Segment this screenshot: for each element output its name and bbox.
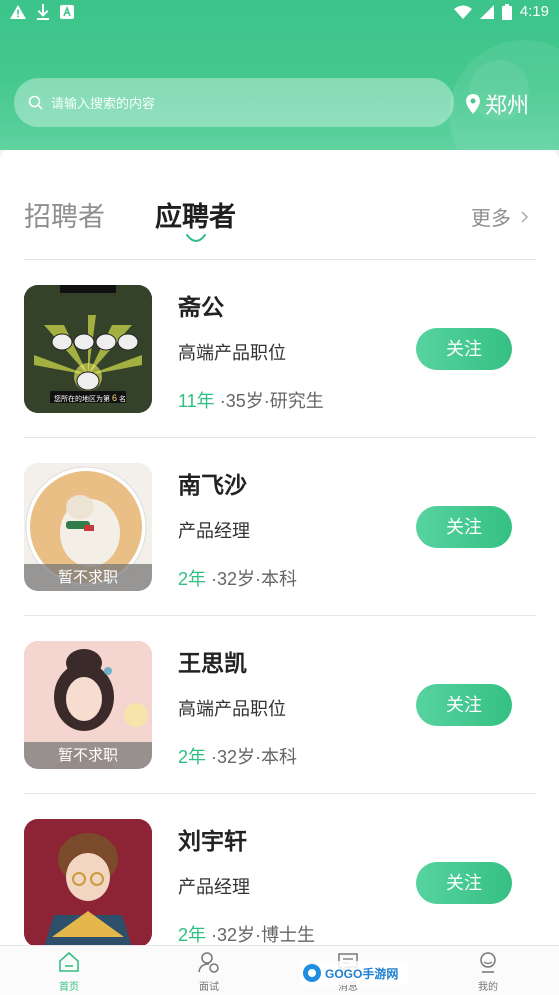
tab-recruiters[interactable]: 招聘者 <box>24 195 105 234</box>
home-icon <box>59 951 79 972</box>
nav-interview-label: 面试 <box>199 982 219 993</box>
candidate-meta: 2年 ·32岁·本科 <box>178 569 298 589</box>
nav-profile[interactable]: 我的 <box>438 946 538 995</box>
nav-interview[interactable]: 面试 <box>159 946 259 995</box>
tab-indicator <box>186 234 206 242</box>
candidate-position: 产品经理 <box>178 521 250 541</box>
signal-icon <box>479 4 494 19</box>
more-label: 更多 <box>471 208 511 230</box>
battery-icon <box>501 3 512 20</box>
candidate-meta: 2年 ·32岁·博士生 <box>178 925 316 945</box>
bottom-nav: 首页 面试 消息 我的 GOGO手游网 <box>0 945 559 995</box>
a-icon <box>60 5 74 19</box>
more-link[interactable]: 更多 <box>471 202 529 231</box>
location-pin-icon <box>466 94 480 114</box>
warning-icon <box>10 5 26 19</box>
chevron-right-icon <box>521 210 529 223</box>
avatar <box>24 819 152 947</box>
follow-button[interactable]: 关注 <box>416 328 512 370</box>
follow-button[interactable]: 关注 <box>416 684 512 726</box>
candidate-position: 高端产品职位 <box>178 343 286 363</box>
watermark-logo: GOGO手游网 <box>300 959 408 987</box>
candidate-name: 王思凯 <box>178 650 247 676</box>
avatar-caption: 您所在的地区为第 6 名 <box>54 393 127 403</box>
header: 4:19 请输入搜索的内容 郑州 <box>0 0 559 150</box>
main-content: 招聘者 应聘者 更多 您所在的地区为第 6 名 斋公 高端产品职位 11年 ·3… <box>0 150 559 947</box>
nav-home-label: 首页 <box>59 982 79 993</box>
interview-icon <box>198 952 219 973</box>
wifi-icon <box>453 5 472 19</box>
city-name: 郑州 <box>485 93 530 118</box>
candidate-position: 产品经理 <box>178 877 250 897</box>
candidate-name: 斋公 <box>178 294 224 320</box>
avatar: 暂不求职 <box>24 463 152 591</box>
search-icon <box>28 95 43 110</box>
candidate-meta: 11年 ·35岁·研究生 <box>178 391 324 411</box>
candidate-row[interactable]: 暂不求职 王思凯 高端产品职位 2年 ·32岁·本科 关注 <box>0 616 559 794</box>
nav-home[interactable]: 首页 <box>19 946 119 995</box>
search-bar[interactable]: 请输入搜索的内容 <box>14 78 454 127</box>
profile-icon <box>480 952 496 973</box>
candidate-meta: 2年 ·32岁·本科 <box>178 747 298 767</box>
avatar: 暂不求职 <box>24 641 152 769</box>
status-bar: 4:19 <box>0 0 559 26</box>
candidate-position: 高端产品职位 <box>178 699 286 719</box>
watermark-text: GOGO手游网 <box>325 967 399 981</box>
city-selector[interactable]: 郑州 <box>466 88 529 120</box>
search-placeholder: 请输入搜索的内容 <box>51 96 156 111</box>
status-time: 4:19 <box>519 3 549 20</box>
avatar: 您所在的地区为第 6 名 <box>24 285 152 413</box>
tab-bar: 招聘者 应聘者 更多 <box>0 150 559 260</box>
status-badge: 暂不求职 <box>24 564 152 591</box>
candidate-row[interactable]: 暂不求职 南飞沙 产品经理 2年 ·32岁·本科 关注 <box>0 438 559 616</box>
candidate-name: 刘宇轩 <box>178 828 247 854</box>
tab-applicants[interactable]: 应聘者 <box>155 195 236 234</box>
follow-button[interactable]: 关注 <box>416 506 512 548</box>
avatar-boy-image <box>24 819 152 947</box>
follow-button[interactable]: 关注 <box>416 862 512 904</box>
status-badge: 暂不求职 <box>24 742 152 769</box>
nav-profile-label: 我的 <box>478 982 498 993</box>
download-icon <box>37 4 49 20</box>
candidate-name: 南飞沙 <box>178 472 247 498</box>
candidate-row[interactable]: 您所在的地区为第 6 名 斋公 高端产品职位 11年 ·35岁·研究生 关注 <box>0 260 559 438</box>
